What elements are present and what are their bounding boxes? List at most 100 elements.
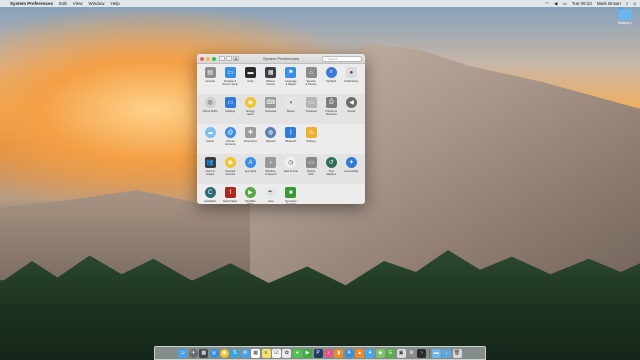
pane-users[interactable]: 👥 Users & Groups	[200, 156, 220, 181]
pane-startup[interactable]: ▭ Startup Disk	[301, 156, 321, 181]
pane-spotlight[interactable]: ⌕ Spotlight	[321, 66, 341, 91]
pane-java[interactable]: ☕ Java	[261, 186, 281, 204]
app-menu[interactable]: System Preferences	[10, 1, 53, 6]
pane-energy[interactable]: ◉ Energy Saver	[240, 96, 260, 121]
pane-label: Spotlight	[326, 79, 337, 83]
close-button[interactable]	[200, 56, 204, 61]
itunes-icon[interactable]: ♪	[323, 348, 333, 358]
downloads-icon[interactable]: ↓	[442, 348, 452, 358]
messages-icon[interactable]: ●	[292, 348, 302, 358]
pane-label: CuteMarkr	[204, 199, 217, 203]
pane-sound[interactable]: ◀ Sound	[341, 96, 361, 121]
preview-icon[interactable]: ▣	[396, 348, 406, 358]
photoshop-icon[interactable]: P	[313, 348, 323, 358]
spotlight-menu-icon[interactable]: ⌕	[626, 1, 629, 6]
title-bar[interactable]: ‹ › ▦ System Preferences Search	[197, 54, 365, 64]
users-icon: 👥	[204, 157, 216, 168]
user-name[interactable]: Mark Brown	[597, 1, 621, 6]
vlc-icon[interactable]: ▲	[355, 348, 365, 358]
pane-desktop[interactable]: ▭ Desktop & Screen Saver	[220, 66, 240, 91]
skype-icon[interactable]: S	[230, 348, 240, 358]
pane-label: Bluetooth	[285, 139, 297, 143]
pane-bluetooth[interactable]: ᛒ Bluetooth	[281, 126, 301, 151]
pane-internet[interactable]: @ Internet Accounts	[220, 126, 240, 151]
notification-center-icon[interactable]: ≡	[633, 1, 636, 6]
pane-flash[interactable]: f Flash Player	[220, 186, 240, 204]
pane-accessibility[interactable]: ✦ Accessibility	[341, 156, 361, 181]
pane-printers[interactable]: ⎙ Printers & Scanners	[321, 96, 341, 121]
menu-help[interactable]: Help	[111, 1, 120, 6]
mail-icon[interactable]: ✉	[240, 348, 250, 358]
pane-label: Startup Disk	[306, 169, 316, 176]
desktop-folder[interactable]: Desktop 1	[614, 7, 636, 25]
ibooks-icon[interactable]: ▮	[334, 348, 344, 358]
pane-label: Dictation & Speech	[265, 169, 277, 176]
speaker-icon: ◀	[345, 97, 357, 108]
pane-language[interactable]: ⚑ Language & Region	[281, 66, 301, 91]
volume-icon[interactable]: ◀	[554, 1, 557, 7]
evernote-icon[interactable]: E	[386, 348, 396, 358]
pane-mission[interactable]: ▦ Mission Control	[261, 66, 281, 91]
pane-label: CDs & DVDs	[202, 109, 218, 113]
zoom-button[interactable]	[212, 56, 216, 61]
mission-control-dock-icon[interactable]: ▦	[199, 348, 209, 358]
dock-icon: ▬	[244, 67, 256, 78]
wifi-icon[interactable]: ◠	[545, 1, 549, 7]
pane-label: Notifications	[344, 79, 359, 83]
trash-icon[interactable]: 🗑	[452, 348, 462, 358]
launchpad-icon[interactable]: ✈	[188, 348, 198, 358]
back-button[interactable]: ‹	[219, 56, 225, 61]
pane-trackpad[interactable]: ▭ Trackpad	[301, 96, 321, 121]
calendar-icon[interactable]: ▦	[251, 348, 261, 358]
pane-displays[interactable]: ▭ Displays	[220, 96, 240, 121]
chrome-icon[interactable]: ◉	[219, 348, 229, 358]
facetime-icon[interactable]: ▶	[303, 348, 313, 358]
pane-label: Keyboard	[265, 109, 277, 113]
pane-timemachine[interactable]: ↺ Time Machine	[321, 156, 341, 181]
pane-icloud[interactable]: ☁ iCloud	[200, 126, 220, 151]
appstore-dock-icon[interactable]: A	[344, 348, 354, 358]
battery-icon[interactable]: ▭	[562, 1, 566, 7]
pane-notifications[interactable]: ● Notifications	[341, 66, 361, 91]
pane-security[interactable]: ⌂ Security & Privacy	[301, 66, 321, 91]
notes-icon[interactable]: ≡	[261, 348, 271, 358]
menu-edit[interactable]: Edit	[59, 1, 67, 6]
safari-icon[interactable]: ◎	[209, 348, 219, 358]
pane-mouse[interactable]: ◖ Mouse	[281, 96, 301, 121]
parental-controls-icon: ◉	[224, 157, 236, 168]
pane-appstore[interactable]: A App Store	[240, 156, 260, 181]
pane-parental[interactable]: ◉ Parental Controls	[220, 156, 240, 181]
search-input[interactable]: Search	[322, 56, 362, 63]
pane-cutemarkr[interactable]: C CuteMarkr	[200, 186, 220, 204]
pane-dock[interactable]: ▬ Dock	[240, 66, 260, 91]
folder-icon[interactable]: ▬	[431, 348, 441, 358]
pane-cds[interactable]: ◎ CDs & DVDs	[200, 96, 220, 121]
pane-network[interactable]: ◍ Network	[261, 126, 281, 151]
twitter-icon[interactable]: ✦	[365, 348, 375, 358]
bluetooth-icon: ᛒ	[285, 127, 297, 138]
menu-window[interactable]: Window	[88, 1, 104, 6]
pane-general[interactable]: ▤ General	[200, 66, 220, 91]
menu-view[interactable]: View	[73, 1, 83, 6]
notifications-icon: ●	[345, 67, 357, 78]
finder-icon[interactable]: ☺	[178, 348, 188, 358]
pane-dictation[interactable]: ♪ Dictation & Speech	[261, 156, 281, 181]
pane-extensions[interactable]: ✚ Extensions	[240, 126, 260, 151]
pane-datetime[interactable]: ◷ Date & Time	[281, 156, 301, 181]
system-preferences-icon[interactable]: ⚙	[407, 348, 417, 358]
pane-label: Internet Accounts	[224, 139, 236, 146]
system-preferences-window: ‹ › ▦ System Preferences Search ▤General…	[197, 54, 365, 204]
show-all-button[interactable]: ▦	[233, 56, 239, 61]
minimize-button[interactable]	[206, 56, 210, 61]
pane-flip4mac[interactable]: ▶ Flip4Mac WMV	[240, 186, 260, 204]
photos-icon[interactable]: ✿	[282, 348, 292, 358]
pane-sharing[interactable]: ⚠ Sharing	[301, 126, 321, 151]
maps-icon[interactable]: ◆	[375, 348, 385, 358]
pane-endpoint[interactable]: ■Symantec Endpoint Protection	[281, 186, 301, 204]
pane-keyboard[interactable]: ⌨ Keyboard	[261, 96, 281, 121]
reminders-icon[interactable]: ☑	[271, 348, 281, 358]
terminal-icon[interactable]: ›	[417, 348, 427, 358]
forward-button[interactable]: ›	[226, 56, 232, 61]
status-area: ◠ ◀ ▭ Tue 09:23 Mark Brown ⌕ ≡	[545, 1, 636, 7]
clock[interactable]: Tue 09:23	[572, 1, 592, 6]
